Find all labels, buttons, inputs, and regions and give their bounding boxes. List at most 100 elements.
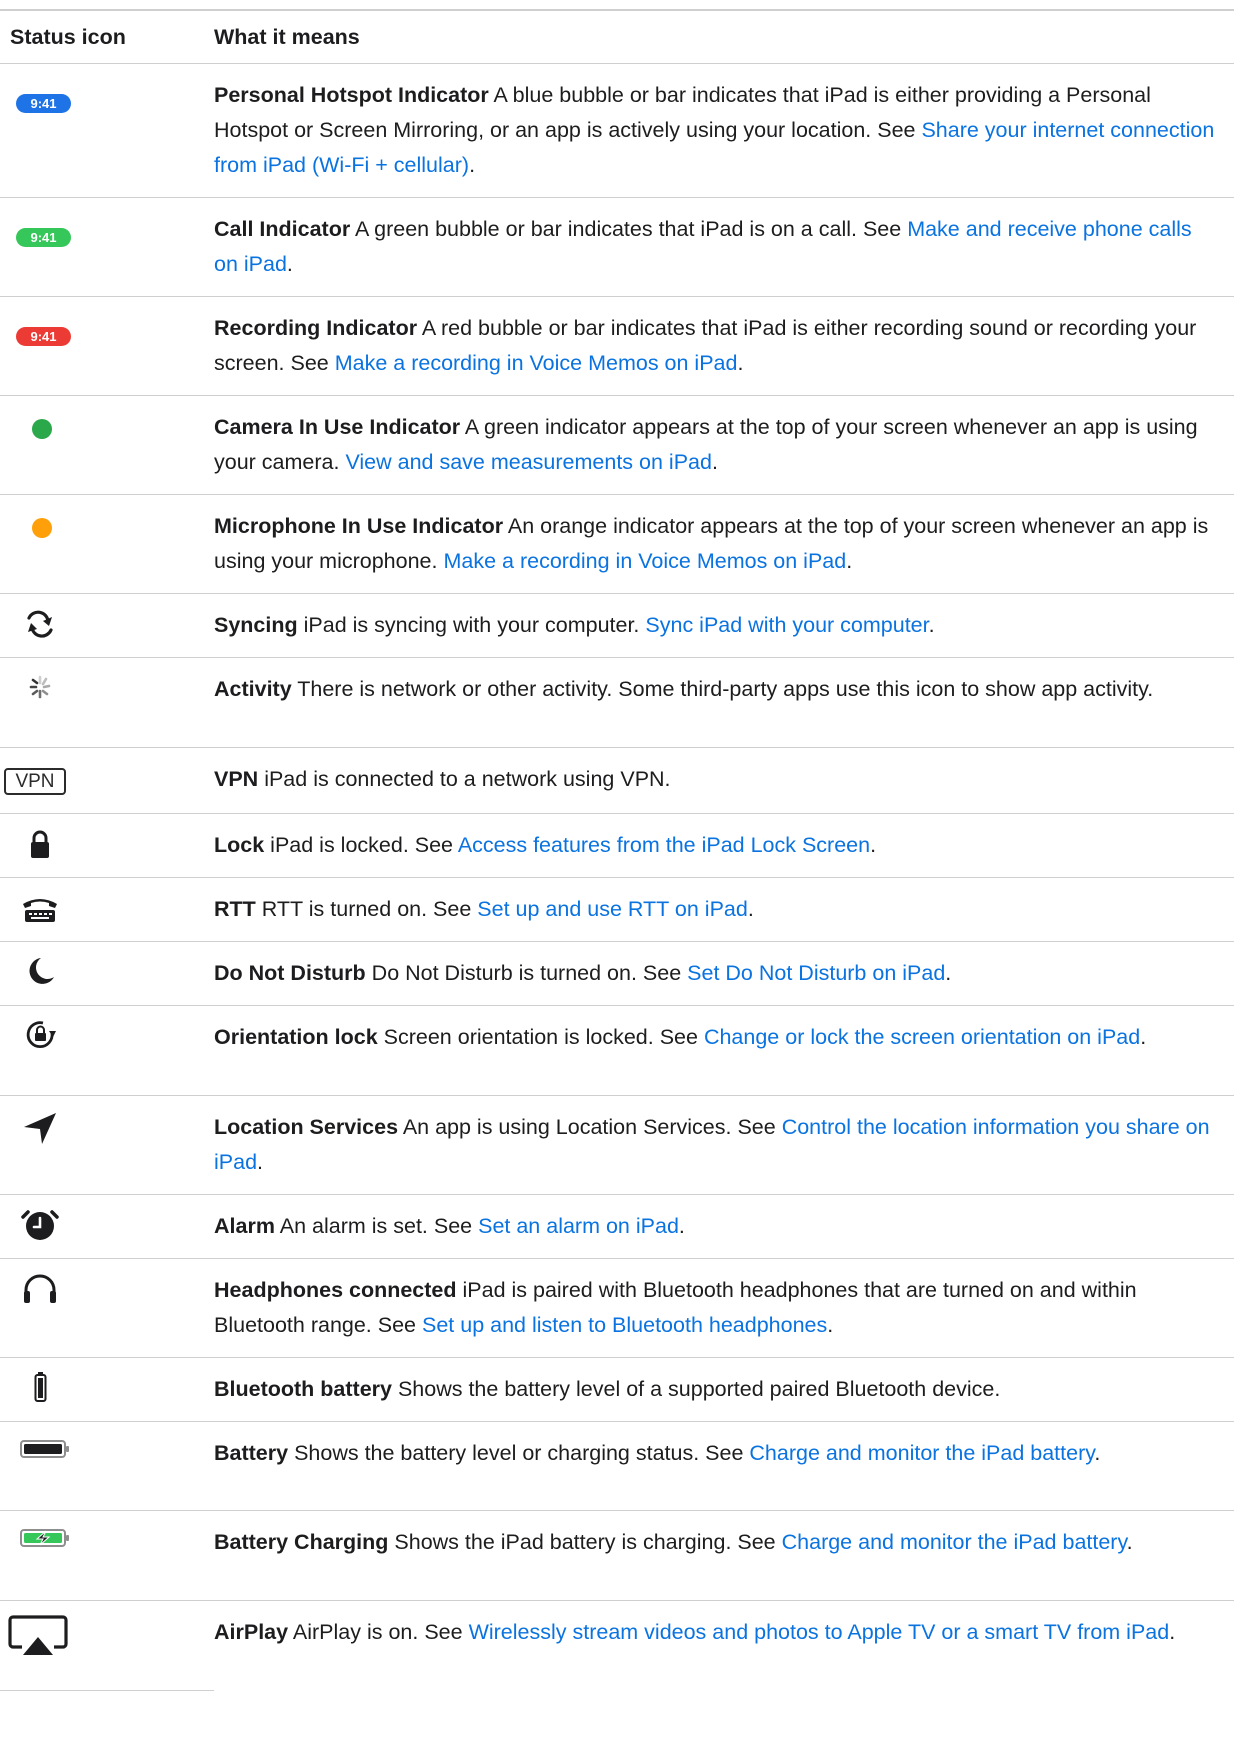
term: Battery <box>214 1441 289 1465</box>
term: Activity <box>214 677 292 701</box>
table-row: 9:41 Personal Hotspot Indicator A blue b… <box>0 63 1234 198</box>
table-row: 9:41 Call Indicator A green bubble or ba… <box>0 197 1234 297</box>
table-row: VPN VPN iPad is connected to a network u… <box>0 747 1234 814</box>
table-row: Location Services An app is using Locati… <box>0 1095 1234 1195</box>
description-cell: Bluetooth battery Shows the battery leve… <box>214 1357 1234 1422</box>
description-text: An alarm is set. See <box>274 1214 479 1238</box>
punctuation: . <box>1140 1025 1147 1049</box>
description-cell: Microphone In Use Indicator An orange in… <box>214 494 1234 594</box>
description-cell: Battery Shows the battery level or charg… <box>214 1421 1234 1511</box>
description-cell: AirPlay AirPlay is on. See Wirelessly st… <box>214 1601 1234 1691</box>
help-link[interactable]: Charge and monitor the iPad battery <box>749 1441 1094 1465</box>
term: Personal Hotspot Indicator <box>214 83 489 107</box>
punctuation: . <box>846 549 853 573</box>
table-row: Lock iPad is locked. See Access features… <box>0 813 1234 878</box>
description-cell: Recording Indicator A red bubble or bar … <box>214 296 1234 396</box>
column-header-status-icon: Status icon <box>0 10 214 64</box>
description-text: RTT is turned on. See <box>255 897 478 921</box>
punctuation: . <box>945 961 952 985</box>
table-row: Do Not Disturb Do Not Disturb is turned … <box>0 941 1234 1006</box>
help-link[interactable]: Wirelessly stream videos and photos to A… <box>469 1620 1170 1644</box>
term: Location Services <box>214 1115 399 1139</box>
icon-cell: 9:41 <box>0 63 214 198</box>
icon-cell <box>0 1005 214 1096</box>
term: Camera In Use Indicator <box>214 415 461 439</box>
bluetooth-battery-icon <box>34 1372 47 1402</box>
description-text: iPad is connected to a network using VPN… <box>258 767 671 791</box>
table-row: RTT RTT is turned on. See Set up and use… <box>0 877 1234 942</box>
help-link[interactable]: Set up and listen to Bluetooth headphone… <box>422 1313 827 1337</box>
description-text: An app is using Location Services. See <box>398 1115 782 1139</box>
description-cell: Lock iPad is locked. See Access features… <box>214 813 1234 878</box>
term: Do Not Disturb <box>214 961 366 985</box>
lock-icon <box>31 830 49 858</box>
description-cell: Orientation lock Screen orientation is l… <box>214 1005 1234 1096</box>
table-row: Headphones connected iPad is paired with… <box>0 1258 1234 1358</box>
description-cell: Headphones connected iPad is paired with… <box>214 1258 1234 1358</box>
green-pill-icon: 9:41 <box>16 228 71 247</box>
icon-cell <box>0 395 214 495</box>
icon-cell <box>0 1194 214 1259</box>
description-cell: Camera In Use Indicator A green indicato… <box>214 395 1234 495</box>
term: Orientation lock <box>214 1025 378 1049</box>
term: Headphones connected <box>214 1278 457 1302</box>
page: Status icon What it means 9:41 Personal … <box>0 0 1244 1764</box>
help-link[interactable]: Make a recording in Voice Memos on iPad <box>335 351 738 375</box>
description-text: Do Not Disturb is turned on. See <box>365 961 688 985</box>
help-link[interactable]: Access features from the iPad Lock Scree… <box>458 833 870 857</box>
punctuation: . <box>711 450 718 474</box>
icon-cell <box>0 941 214 1006</box>
rtt-icon <box>23 899 57 922</box>
description-text: Shows the iPad battery is charging. See <box>388 1530 782 1554</box>
green-dot-icon <box>32 419 52 439</box>
description-cell: Activity There is network or other activ… <box>214 657 1234 748</box>
icon-cell <box>0 657 214 748</box>
description-cell: Location Services An app is using Locati… <box>214 1095 1234 1195</box>
punctuation: . <box>928 613 935 637</box>
icon-cell <box>0 494 214 594</box>
punctuation: . <box>469 153 476 177</box>
description-text: Screen orientation is locked. See <box>377 1025 704 1049</box>
punctuation: . <box>747 897 754 921</box>
help-link[interactable]: Make a recording in Voice Memos on iPad <box>443 549 846 573</box>
help-link[interactable]: Set Do Not Disturb on iPad <box>687 961 945 985</box>
airplay-icon <box>8 1615 68 1655</box>
help-link[interactable]: View and save measurements on iPad <box>345 450 712 474</box>
description-text: There is network or other activity. Some… <box>291 677 1154 701</box>
description-cell: Alarm An alarm is set. See Set an alarm … <box>214 1194 1234 1259</box>
orientation-lock-icon <box>26 1021 56 1049</box>
description-cell: Battery Charging Shows the iPad battery … <box>214 1510 1234 1601</box>
term: Alarm <box>214 1214 275 1238</box>
punctuation: . <box>870 833 877 857</box>
help-link[interactable]: Charge and monitor the iPad battery <box>782 1530 1127 1554</box>
term: Battery Charging <box>214 1530 389 1554</box>
help-link[interactable]: Sync iPad with your computer <box>645 613 928 637</box>
description-text: AirPlay is on. See <box>288 1620 469 1644</box>
description-cell: Call Indicator A green bubble or bar ind… <box>214 197 1234 297</box>
icon-cell <box>0 813 214 878</box>
vpn-icon: VPN <box>4 768 66 795</box>
orange-dot-icon <box>32 518 52 538</box>
punctuation: . <box>1094 1441 1101 1465</box>
table-header-row: Status icon What it means <box>0 10 1234 64</box>
headphones-icon <box>24 1274 56 1303</box>
icon-cell: 9:41 <box>0 197 214 297</box>
description-cell: VPN iPad is connected to a network using… <box>214 747 1234 814</box>
help-link[interactable]: Set up and use RTT on iPad <box>477 897 748 921</box>
punctuation: . <box>1126 1530 1133 1554</box>
help-link[interactable]: Change or lock the screen orientation on… <box>704 1025 1140 1049</box>
punctuation: . <box>1169 1620 1176 1644</box>
table-row: Syncing iPad is syncing with your comput… <box>0 593 1234 658</box>
icon-cell <box>0 1095 214 1195</box>
description-text: iPad is locked. See <box>264 833 458 857</box>
term: Call Indicator <box>214 217 351 241</box>
description-text: Shows the battery level or charging stat… <box>288 1441 750 1465</box>
term: AirPlay <box>214 1620 289 1644</box>
description-text: A green bubble or bar indicates that iPa… <box>350 217 908 241</box>
battery-charging-icon <box>20 1529 69 1547</box>
icon-cell <box>0 593 214 658</box>
table-row: Camera In Use Indicator A green indicato… <box>0 395 1234 495</box>
column-header-meaning: What it means <box>214 10 1234 64</box>
help-link[interactable]: Set an alarm on iPad <box>478 1214 679 1238</box>
activity-icon <box>29 675 51 699</box>
